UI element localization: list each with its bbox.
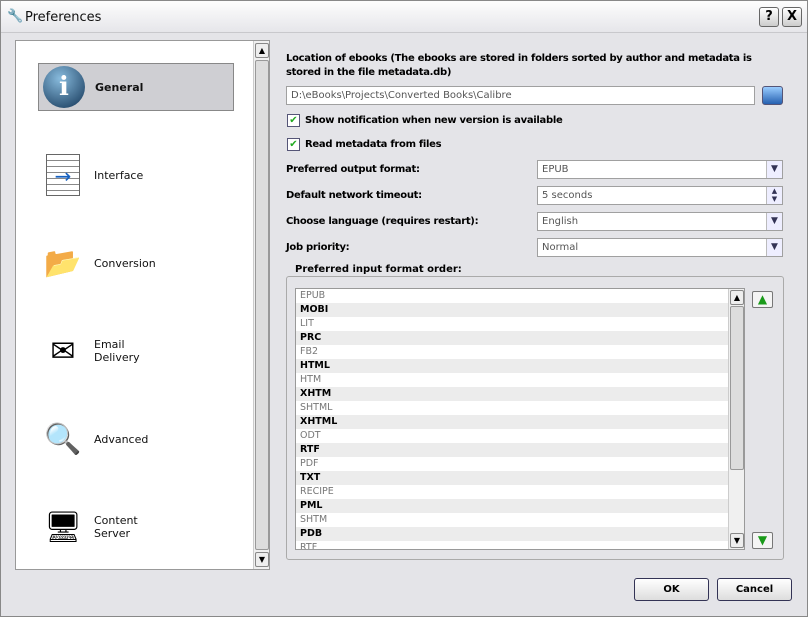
sidebar-item-email-delivery[interactable]: ✉ Email Delivery [38, 327, 234, 375]
output-format-select[interactable]: EPUB ▼ [537, 160, 783, 179]
browse-folder-button[interactable] [762, 86, 783, 105]
sidebar-item-content-server[interactable]: 🖥 Content Server [38, 503, 234, 551]
format-list-item[interactable]: XHTM [296, 387, 728, 401]
sidebar-item-interface[interactable]: → Interface [38, 151, 234, 199]
input-format-list[interactable]: EPUB MOBI LIT PRC FB2 HTML HTM XHTM SHTML XHTML OD… [295, 288, 745, 550]
info-icon: i [39, 63, 89, 111]
format-list-item[interactable]: TXT [296, 471, 728, 485]
move-up-button[interactable]: ▲ [752, 291, 773, 308]
scroll-up-button[interactable]: ▲ [730, 290, 744, 305]
format-list-item[interactable]: PDB [296, 527, 728, 541]
help-button[interactable]: ? [759, 7, 779, 27]
priority-select[interactable]: Normal ▼ [537, 238, 783, 257]
scroll-up-button[interactable]: ▲ [255, 43, 269, 58]
timeout-spinbox[interactable]: 5 seconds ▲ ▼ [537, 186, 783, 205]
chevron-down-icon[interactable]: ▼ [766, 161, 782, 178]
magnifier-icon: 🔍 [44, 421, 82, 457]
format-list-item[interactable]: ODT [296, 429, 728, 443]
wrench-icon: 🔧 [7, 9, 24, 24]
priority-label: Job priority: [286, 242, 350, 253]
list-scrollbar[interactable]: ▲ ▼ [728, 289, 744, 549]
language-value: English [542, 216, 579, 227]
server-icon: 🖥 [43, 509, 83, 545]
format-list-item[interactable]: EPUB [296, 289, 728, 303]
title-bar: 🔧 Preferences ? X [1, 1, 807, 33]
scroll-thumb[interactable] [730, 306, 744, 470]
format-list-item[interactable]: RTF [296, 443, 728, 457]
format-list-item[interactable]: PRC [296, 331, 728, 345]
sidebar-item-general[interactable]: i General [38, 63, 234, 111]
format-list-item[interactable]: RECIPE [296, 485, 728, 499]
format-list-item[interactable]: PML [296, 499, 728, 513]
format-list-item[interactable]: MOBI [296, 303, 728, 317]
format-list-item[interactable]: HTM [296, 373, 728, 387]
location-input[interactable]: D:\eBooks\Projects\Converted Books\Calib… [286, 86, 755, 105]
timeout-label: Default network timeout: [286, 190, 422, 201]
scroll-down-button[interactable]: ▼ [730, 533, 744, 548]
format-list-item[interactable]: FB2 [296, 345, 728, 359]
ok-button[interactable]: OK [634, 578, 709, 601]
show-notification-checkbox[interactable]: ✔ [287, 114, 300, 127]
conversion-icon: 📂 [44, 245, 82, 281]
chevron-down-icon[interactable]: ▼ [766, 213, 782, 230]
location-label: Location of ebooks (The ebooks are store… [286, 53, 752, 78]
category-sidebar: i General → Interface 📂 Conversion ✉ Email D… [15, 40, 270, 570]
output-format-value: EPUB [542, 164, 569, 175]
format-list-item[interactable]: SHTM [296, 513, 728, 527]
show-notification-label: Show notification when new version is av… [305, 115, 563, 126]
spin-arrows-icon[interactable]: ▲ ▼ [766, 187, 782, 204]
timeout-value: 5 seconds [542, 190, 593, 201]
output-format-label: Preferred output format: [286, 164, 420, 175]
format-list-item[interactable]: HTML [296, 359, 728, 373]
format-list-item[interactable]: RTF [296, 541, 728, 549]
sidebar-item-advanced[interactable]: 🔍 Advanced [38, 415, 234, 463]
input-order-label: Preferred input format order: [292, 264, 465, 275]
scroll-thumb[interactable] [255, 60, 269, 550]
envelope-icon: ✉ [50, 333, 76, 369]
interface-icon: → [38, 151, 88, 199]
read-metadata-checkbox[interactable]: ✔ [287, 138, 300, 151]
format-list-item[interactable]: PDF [296, 457, 728, 471]
format-list-item[interactable]: XHTML [296, 415, 728, 429]
scroll-down-button[interactable]: ▼ [255, 552, 269, 567]
sidebar-scrollbar[interactable]: ▲ ▼ [253, 41, 269, 569]
close-button[interactable]: X [782, 7, 802, 27]
window-title: Preferences [25, 10, 102, 25]
priority-value: Normal [542, 242, 579, 253]
sidebar-item-conversion[interactable]: 📂 Conversion [38, 239, 234, 287]
chevron-down-icon[interactable]: ▼ [766, 239, 782, 256]
cancel-button[interactable]: Cancel [717, 578, 792, 601]
read-metadata-label: Read metadata from files [305, 139, 442, 150]
move-down-button[interactable]: ▼ [752, 532, 773, 549]
format-list-item[interactable]: SHTML [296, 401, 728, 415]
language-label: Choose language (requires restart): [286, 216, 479, 227]
language-select[interactable]: English ▼ [537, 212, 783, 231]
format-list-item[interactable]: LIT [296, 317, 728, 331]
